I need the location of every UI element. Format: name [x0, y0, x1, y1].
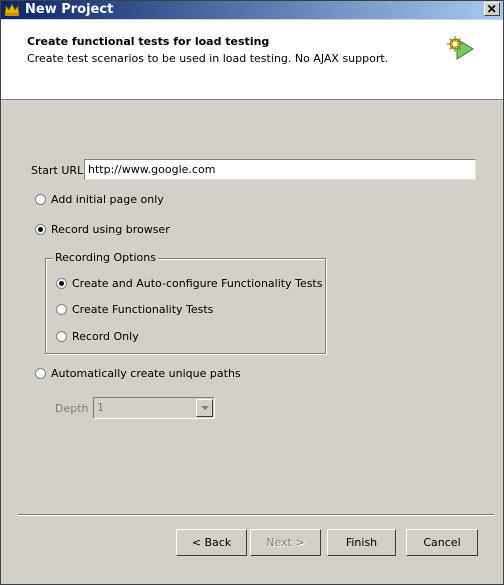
option-functionality-label[interactable]: Create Functionality Tests: [72, 303, 213, 316]
depth-select[interactable]: 1: [93, 397, 215, 419]
back-button[interactable]: < Back: [176, 529, 247, 556]
title-bar: New Project: [1, 1, 503, 19]
option-record-browser-label[interactable]: Record using browser: [51, 223, 170, 236]
close-button[interactable]: [484, 2, 500, 16]
finish-button[interactable]: Finish: [327, 529, 396, 556]
new-project-dialog: New Project Create functional tests for …: [0, 0, 504, 585]
crown-icon: [4, 3, 20, 16]
radio-initial-page[interactable]: [35, 194, 46, 205]
option-initial-page-label[interactable]: Add initial page only: [51, 193, 164, 206]
start-url-label: Start URL: [31, 164, 84, 177]
header-subtitle: Create test scenarios to be used in load…: [27, 52, 389, 65]
option-record-only-label[interactable]: Record Only: [72, 330, 139, 343]
recording-options-legend: Recording Options: [53, 251, 158, 264]
chevron-down-icon[interactable]: [196, 399, 213, 417]
cancel-button[interactable]: Cancel: [406, 529, 478, 556]
radio-record-browser[interactable]: [35, 224, 46, 235]
option-auto-configure-label[interactable]: Create and Auto-configure Functionality …: [72, 277, 322, 290]
radio-functionality[interactable]: [56, 304, 67, 315]
next-button[interactable]: Next >: [250, 529, 321, 556]
window-title: New Project: [25, 2, 114, 17]
radio-record-only[interactable]: [56, 331, 67, 342]
option-unique-paths-label[interactable]: Automatically create unique paths: [51, 367, 241, 380]
start-url-input[interactable]: [84, 159, 476, 180]
button-separator: [18, 514, 494, 516]
depth-value: 1: [97, 401, 104, 414]
wizard-icon: [447, 36, 474, 60]
close-icon: [487, 4, 496, 13]
radio-auto-configure[interactable]: [56, 278, 67, 289]
header-title: Create functional tests for load testing: [27, 35, 270, 48]
radio-unique-paths[interactable]: [35, 368, 46, 379]
depth-label: Depth: [55, 402, 89, 415]
